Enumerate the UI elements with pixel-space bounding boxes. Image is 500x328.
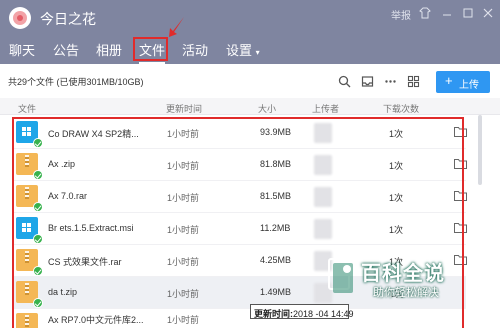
title-bar: 今日之花 举报 [0, 0, 500, 36]
chevron-down-icon: ▾ [255, 48, 260, 57]
watermark-title: 百科全说 [361, 263, 445, 285]
file-count-summary: 共29个文件 (已使用301MB/10GB) [8, 77, 144, 87]
search-icon[interactable] [338, 75, 351, 88]
column-header-updated[interactable]: 更新时间 [166, 102, 202, 115]
tooltip-value: 2018 -04 14:49 [293, 309, 354, 319]
scrollbar[interactable] [478, 115, 482, 185]
grid-view-icon[interactable] [407, 75, 420, 88]
tab-album[interactable]: 相册 [96, 40, 122, 59]
group-avatar[interactable] [9, 7, 31, 29]
tab-activity[interactable]: 活动 [182, 40, 208, 59]
file-table-header: 文件 更新时间 大小 上传者 下载次数 [0, 98, 500, 115]
column-header-uploader[interactable]: 上传者 [312, 102, 339, 115]
report-link[interactable]: 举报 [391, 7, 411, 22]
column-header-downloads[interactable]: 下载次数 [383, 102, 419, 115]
more-options-icon[interactable] [384, 75, 397, 88]
watermark-logo-icon [328, 258, 353, 293]
tab-chat[interactable]: 聊天 [9, 40, 35, 59]
upload-button[interactable]: + 上传 [436, 71, 490, 93]
column-header-size[interactable]: 大小 [258, 102, 276, 115]
update-time-tooltip: 更新时间:2018 -04 14:49 [250, 304, 354, 319]
upload-label: 上传 [459, 80, 479, 91]
tab-announcement[interactable]: 公告 [53, 40, 79, 59]
skin-icon[interactable] [419, 7, 431, 19]
group-name: 今日之花 [40, 11, 96, 27]
tab-settings[interactable]: 设置 ▾ [226, 40, 260, 59]
watermark-subtitle: 助你轻松解决 [373, 287, 439, 299]
maximize-icon[interactable] [462, 7, 474, 19]
tab-settings-label: 设置 [226, 43, 253, 58]
close-icon[interactable] [482, 7, 494, 19]
inbox-icon[interactable] [361, 75, 374, 88]
files-tab-highlight [133, 37, 168, 61]
plus-icon: + [445, 73, 453, 88]
tooltip-label: 更新时间: [254, 309, 293, 319]
group-nav: 聊天 公告 相册 文件 活动 设置 ▾ [0, 36, 500, 64]
minimize-icon[interactable] [441, 7, 453, 19]
column-header-file[interactable]: 文件 [18, 102, 36, 115]
annotation-arrow-icon [169, 17, 184, 37]
files-toolbar: 共29个文件 (已使用301MB/10GB) [0, 64, 500, 98]
